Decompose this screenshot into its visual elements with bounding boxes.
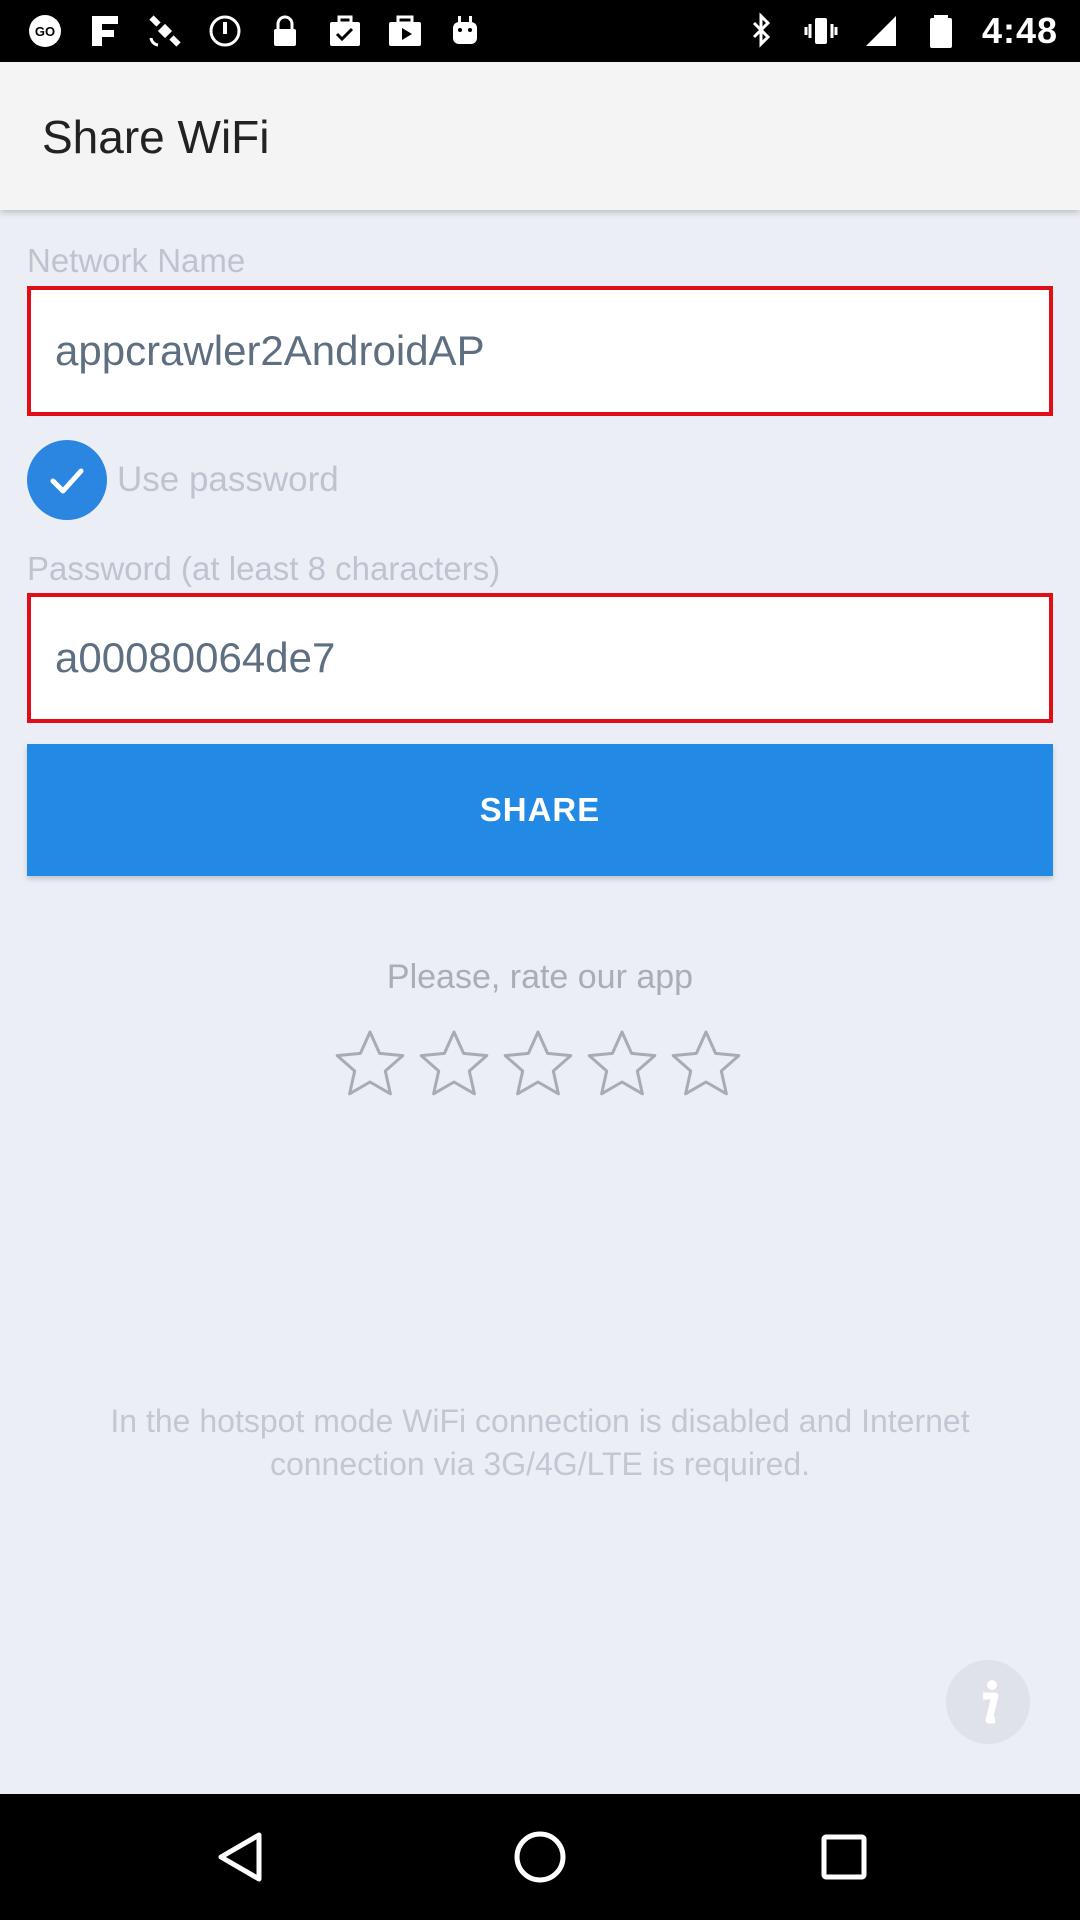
home-icon [514, 1831, 566, 1883]
app-bar: Share WiFi [0, 62, 1080, 210]
use-password-label: Use password [117, 460, 339, 499]
star-icon[interactable] [333, 1028, 407, 1100]
briefcase-check-icon [326, 12, 364, 50]
back-icon [218, 1832, 262, 1882]
star-icon[interactable] [417, 1028, 491, 1100]
password-input[interactable]: a00080064de7 [27, 593, 1053, 723]
alarm-icon [206, 12, 244, 50]
android-icon [446, 12, 484, 50]
lock-icon [266, 12, 304, 50]
go-icon: GO [26, 12, 64, 50]
play-store-icon [386, 12, 424, 50]
signal-icon [862, 12, 900, 50]
system-icons: 4:48 [742, 10, 1058, 52]
home-button[interactable] [510, 1827, 570, 1887]
rate-app-label: Please, rate our app [386, 958, 694, 996]
password-value: a00080064de7 [55, 634, 336, 681]
vibrate-icon [802, 12, 840, 50]
satellite-icon [146, 12, 184, 50]
notification-icons: GO [26, 10, 484, 52]
share-button[interactable]: SHARE [27, 744, 1053, 876]
use-password-checkbox[interactable]: Use password [27, 440, 339, 520]
status-time: 4:48 [981, 10, 1058, 51]
info-button[interactable] [946, 1660, 1030, 1744]
check-icon [27, 440, 107, 520]
network-name-input[interactable]: appcrawler2AndroidAP [27, 286, 1053, 416]
info-icon [983, 1680, 999, 1724]
battery-icon [922, 12, 960, 50]
recents-icon [821, 1834, 867, 1880]
fake-gps-icon [86, 12, 124, 50]
svg-text:GO: GO [35, 24, 55, 39]
status-bar: GO 4:48 [0, 0, 1080, 62]
star-icon[interactable] [501, 1028, 575, 1100]
navigation-bar [0, 1794, 1080, 1920]
network-name-label: Network Name [27, 242, 246, 279]
star-icon[interactable] [585, 1028, 659, 1100]
rating-stars [333, 1028, 743, 1100]
back-button[interactable] [210, 1827, 270, 1887]
hotspot-info-text: In the hotspot mode WiFi connection is d… [110, 1403, 970, 1482]
page-title: Share WiFi [42, 111, 270, 163]
bluetooth-icon [742, 12, 780, 50]
password-label: Password (at least 8 characters) [27, 550, 501, 587]
network-name-value: appcrawler2AndroidAP [55, 327, 485, 374]
star-icon[interactable] [669, 1028, 743, 1100]
recents-button[interactable] [814, 1827, 874, 1887]
